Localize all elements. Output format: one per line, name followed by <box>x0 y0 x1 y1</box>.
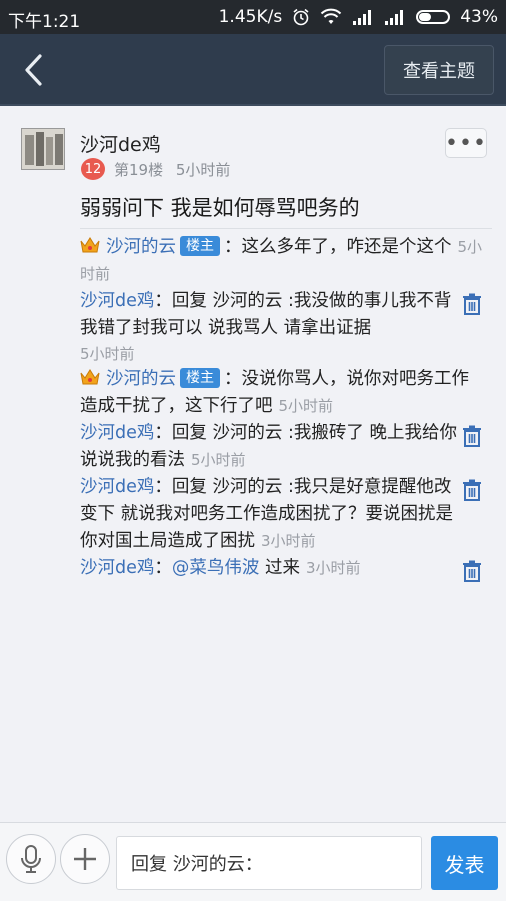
crown-icon <box>80 369 100 385</box>
comment-text: 这么多年了，咋还是个这个 <box>241 237 452 257</box>
comment-username[interactable]: 沙河的云 <box>106 369 176 389</box>
owner-badge: 楼主 <box>180 236 220 256</box>
comment-separator: ： <box>154 423 172 443</box>
comment-separator: ： <box>224 237 242 257</box>
comment-username[interactable]: 沙河de鸡 <box>80 477 154 497</box>
view-topic-button[interactable]: 查看主题 <box>384 45 494 95</box>
more-options-button[interactable]: ••• <box>445 128 487 158</box>
trash-icon[interactable] <box>462 293 482 315</box>
back-arrow-icon[interactable] <box>18 52 52 88</box>
owner-badge: 楼主 <box>180 368 220 388</box>
comment-item[interactable]: 沙河的云 楼主 ：这么多年了，咋还是个这个 5小时前 <box>80 234 492 288</box>
avatar[interactable] <box>21 128 65 170</box>
alarm-icon <box>293 8 309 26</box>
status-right: 1.45K/s 43% <box>219 7 498 27</box>
post-author[interactable]: 沙河de鸡 <box>80 130 161 157</box>
comment-item[interactable]: 沙河de鸡：回复 沙河的云 :我只是好意提醒他改变下 就说我对吧务工作造成困扰了… <box>80 474 492 555</box>
post-meta: 第19楼 5小时前 <box>114 159 230 180</box>
comment-item[interactable]: 沙河de鸡：回复 沙河的云 :我没做的事儿我不背 我错了封我可以 说我骂人 请拿… <box>80 288 492 366</box>
post-title: 弱弱问下 我是如何辱骂吧务的 <box>80 196 360 220</box>
floor-number: 第19楼 <box>114 161 164 179</box>
status-time: 下午1:21 <box>8 12 81 32</box>
comment-username[interactable]: 沙河的云 <box>106 237 176 257</box>
nav-bar: 查看主题 <box>0 34 506 106</box>
send-button[interactable]: 发表 <box>431 836 498 890</box>
crown-icon <box>80 237 100 253</box>
voice-button[interactable] <box>6 834 56 884</box>
comment-item[interactable]: 沙河的云 楼主 ：没说你骂人，说你对吧务工作造成干扰了，这下行了吧 5小时前 <box>80 366 492 420</box>
comment-separator: ： <box>154 558 172 578</box>
status-bar: 下午1:21 1.45K/s 43% <box>0 0 506 34</box>
comment-time: 5小时前 <box>80 345 135 363</box>
battery-percent: 43% <box>460 7 498 27</box>
network-speed: 1.45K/s <box>218 7 283 27</box>
comment-username[interactable]: 沙河de鸡 <box>80 558 154 578</box>
reply-input[interactable]: 回复 沙河的云： <box>116 836 422 890</box>
trash-icon[interactable] <box>462 479 482 501</box>
plus-icon <box>74 848 96 870</box>
reply-bar: 回复 沙河的云： 发表 <box>0 822 506 901</box>
user-level-badge: 12 <box>81 158 105 180</box>
comment-separator: ： <box>224 369 242 389</box>
comment-list: 沙河的云 楼主 ：这么多年了，咋还是个这个 5小时前 沙河de鸡：回复 沙河的云 :我… <box>80 234 492 582</box>
comment-username[interactable]: 沙河de鸡 <box>80 423 154 443</box>
comment-time: 3小时前 <box>305 559 361 577</box>
comment-time: 5小时前 <box>191 451 246 469</box>
comment-item[interactable]: 沙河de鸡：回复 沙河的云 :我搬砖了 晚上我给你说说我的看法 5小时前 <box>80 420 492 474</box>
trash-icon[interactable] <box>462 560 482 582</box>
wifi-icon <box>320 8 342 24</box>
divider <box>80 228 492 229</box>
battery-icon <box>416 10 451 24</box>
comment-text: 过来 <box>259 558 300 578</box>
add-button[interactable] <box>60 834 110 884</box>
comment-time: 5小时前 <box>278 397 334 415</box>
comment-time: 3小时前 <box>261 532 316 550</box>
microphone-icon <box>21 845 41 873</box>
comment-separator: ： <box>154 477 172 497</box>
post-time: 5小时前 <box>175 161 231 179</box>
comment-username[interactable]: 沙河de鸡 <box>80 291 154 311</box>
signal-icon-1 <box>353 10 372 25</box>
mention-link[interactable]: @菜鸟伟波 <box>172 558 260 578</box>
comment-item[interactable]: 沙河de鸡：@菜鸟伟波 过来 3小时前 <box>80 555 492 582</box>
trash-icon[interactable] <box>462 425 482 447</box>
signal-icon-2 <box>385 10 404 25</box>
comment-separator: ： <box>154 291 172 311</box>
